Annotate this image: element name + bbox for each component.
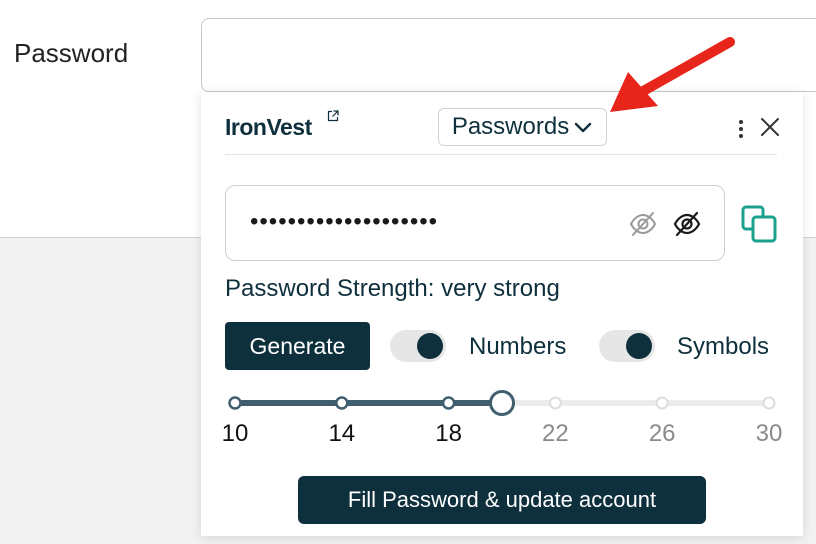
symbols-label: Symbols bbox=[677, 333, 770, 360]
close-icon[interactable] bbox=[759, 116, 781, 138]
password-label: Password bbox=[14, 38, 129, 68]
password-generator-popup: IronVest Passwords •••••••••••••••••••• bbox=[201, 92, 803, 536]
slider-tick-label: 26 bbox=[648, 420, 676, 447]
red-arrow bbox=[610, 37, 735, 112]
toggle-knob bbox=[626, 333, 652, 359]
password-strength: Password Strength: very strong bbox=[225, 275, 560, 303]
fill-password-button[interactable]: Fill Password & update account bbox=[298, 476, 706, 524]
strength-label: Password Strength: bbox=[225, 275, 435, 302]
slider-tick bbox=[655, 396, 669, 410]
generate-button[interactable]: Generate bbox=[225, 322, 370, 370]
toggle-knob bbox=[417, 333, 443, 359]
brand-logo[interactable]: IronVest bbox=[225, 114, 312, 141]
mode-select-value: Passwords bbox=[451, 113, 570, 140]
slider-tick bbox=[441, 396, 456, 410]
slider-thumb[interactable] bbox=[489, 390, 515, 416]
eye-slash-icon[interactable] bbox=[628, 210, 658, 238]
slider-tick-label: 10 bbox=[221, 420, 249, 447]
password-value: •••••••••••••••••••• bbox=[250, 208, 439, 235]
numbers-label: Numbers bbox=[469, 333, 567, 360]
chevron-down-icon bbox=[574, 122, 592, 133]
length-slider[interactable]: 10 14 18 22 26 30 bbox=[201, 390, 803, 460]
mode-select[interactable]: Passwords bbox=[438, 108, 607, 146]
slider-tick-label: 18 bbox=[435, 420, 462, 447]
header-divider bbox=[225, 154, 777, 155]
slider-tick-label: 30 bbox=[755, 420, 783, 447]
copy-icon[interactable] bbox=[740, 204, 780, 244]
slider-tick-label: 22 bbox=[542, 420, 569, 447]
numbers-toggle[interactable] bbox=[390, 330, 446, 362]
eye-slash-icon[interactable] bbox=[672, 210, 702, 238]
strength-value: very strong bbox=[441, 275, 560, 302]
slider-tick bbox=[762, 396, 776, 410]
slider-tick-label: 14 bbox=[328, 420, 356, 447]
slider-tick bbox=[335, 396, 349, 410]
slider-tick bbox=[228, 396, 242, 410]
external-link-icon[interactable] bbox=[327, 110, 339, 122]
generated-password-field[interactable]: •••••••••••••••••••• bbox=[225, 185, 725, 261]
slider-tick bbox=[548, 396, 562, 410]
slider-track[interactable] bbox=[201, 390, 803, 460]
symbols-toggle[interactable] bbox=[599, 330, 655, 362]
